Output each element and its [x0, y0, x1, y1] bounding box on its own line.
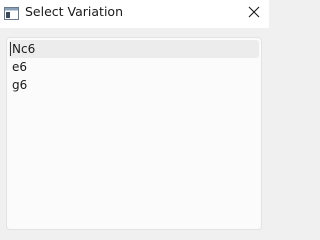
variation-list[interactable]: Nc6 e6 g6: [6, 37, 262, 230]
window-app-icon: [4, 5, 19, 20]
window-title: Select Variation: [25, 4, 123, 19]
list-item[interactable]: Nc6: [9, 40, 259, 58]
close-icon: [248, 3, 260, 22]
close-button[interactable]: [239, 0, 269, 24]
list-item[interactable]: e6: [9, 58, 259, 76]
list-item[interactable]: g6: [9, 76, 259, 94]
title-bar[interactable]: Select Variation: [0, 0, 269, 28]
select-variation-dialog: Select Variation Nc6 e6 g6: [0, 0, 269, 240]
